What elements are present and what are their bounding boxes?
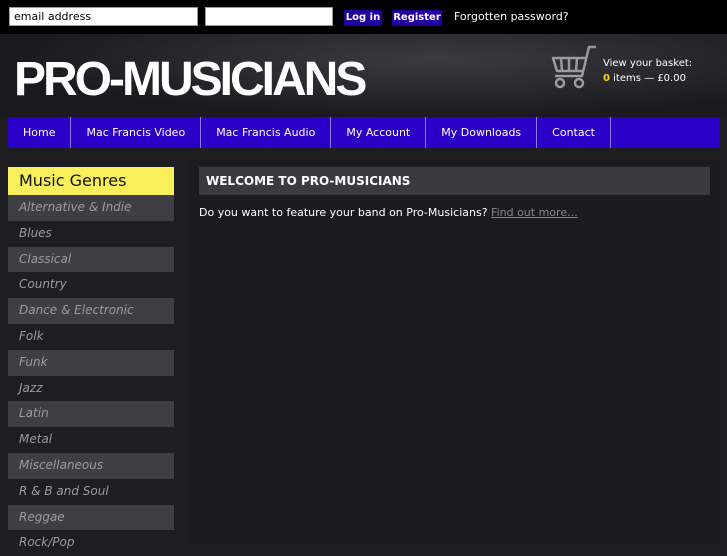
nav-mac-francis-audio[interactable]: Mac Francis Audio xyxy=(201,117,332,148)
nav-my-account[interactable]: My Account xyxy=(331,117,427,148)
genre-item[interactable]: R & B and Soul xyxy=(8,479,174,505)
page-title: WELCOME TO PRO-MUSICIANS xyxy=(199,167,710,195)
genre-item[interactable]: Classical xyxy=(8,246,174,273)
genre-item[interactable]: Dance & Electronic xyxy=(8,298,174,324)
password-input[interactable] xyxy=(205,7,333,26)
genre-item[interactable]: Alternative & Indie xyxy=(8,195,174,221)
site-logo[interactable]: PRO-MUSICIANS xyxy=(14,54,367,106)
basket-item-count: 0 xyxy=(603,73,610,84)
genre-item[interactable]: Rock/Pop xyxy=(8,530,174,556)
feature-question: Do you want to feature your band on Pro-… xyxy=(199,206,488,219)
nav-home[interactable]: Home xyxy=(8,117,72,148)
genre-item[interactable]: Country xyxy=(8,272,174,298)
top-login-bar: Log in Register Forgotten password? xyxy=(0,0,727,34)
basket-summary[interactable]: 0 items — £0.00 xyxy=(603,73,686,84)
nav-mac-francis-video[interactable]: Mac Francis Video xyxy=(71,117,202,148)
genre-item[interactable]: Reggae xyxy=(8,504,174,531)
email-input[interactable] xyxy=(9,7,198,26)
genre-sidebar: Music Genres Alternative & Indie Blues C… xyxy=(8,167,174,556)
genre-item[interactable]: Funk xyxy=(8,349,174,376)
genre-item[interactable]: Latin xyxy=(8,401,174,428)
shopping-cart-icon[interactable] xyxy=(549,44,599,90)
register-button[interactable]: Register xyxy=(392,10,442,26)
feature-band-text: Do you want to feature your band on Pro-… xyxy=(199,206,578,219)
main-navigation: Home Mac Francis Video Mac Francis Audio… xyxy=(8,117,720,148)
login-button[interactable]: Log in xyxy=(344,10,382,26)
find-out-more-link[interactable]: Find out more... xyxy=(491,206,578,219)
forgotten-password-link[interactable]: Forgotten password? xyxy=(454,10,569,23)
genre-item[interactable]: Miscellaneous xyxy=(8,452,174,479)
genre-item[interactable]: Folk xyxy=(8,324,174,350)
nav-contact[interactable]: Contact xyxy=(537,117,611,148)
genre-item[interactable]: Blues xyxy=(8,221,174,247)
genre-item[interactable]: Jazz xyxy=(8,376,174,402)
basket-total: items — £0.00 xyxy=(613,73,686,84)
basket-label[interactable]: View your basket: xyxy=(603,58,692,69)
genres-title: Music Genres xyxy=(8,167,174,195)
nav-my-downloads[interactable]: My Downloads xyxy=(426,117,538,148)
genre-item[interactable]: Metal xyxy=(8,427,174,453)
